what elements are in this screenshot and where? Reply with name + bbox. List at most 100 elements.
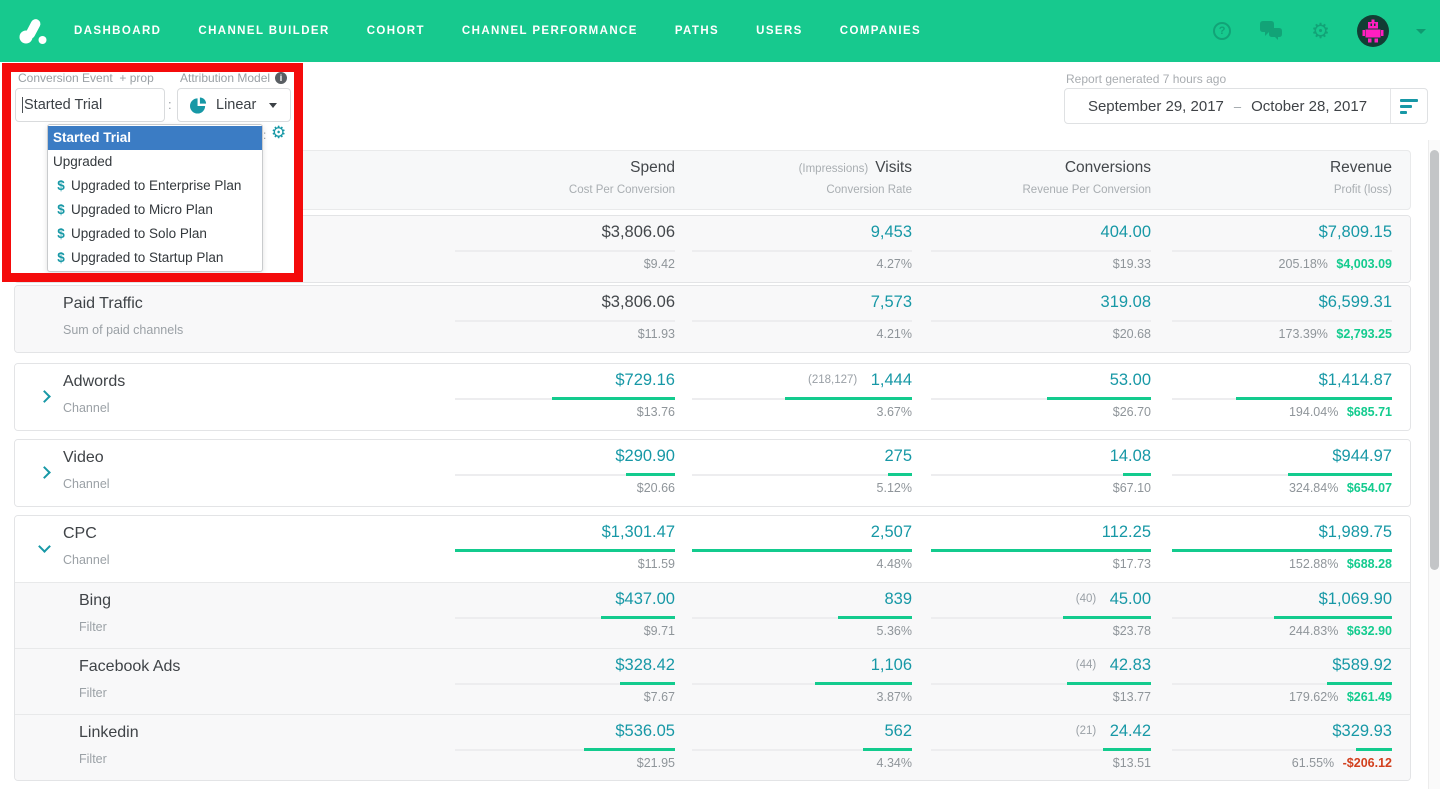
metric-value[interactable]: $589.92 bbox=[1332, 656, 1392, 674]
money-icon: $ bbox=[57, 250, 65, 265]
add-prop-link[interactable]: + prop bbox=[119, 71, 153, 85]
metric-value[interactable]: 9,453 bbox=[871, 223, 912, 241]
dropdown-option[interactable]: $ Upgraded to Startup Plan bbox=[48, 246, 262, 270]
profit-value: $261.49 bbox=[1346, 690, 1392, 704]
table-row[interactable]: CPC Channel $1,301.47 $11.59 2,507 4.48%… bbox=[15, 516, 1410, 582]
bar-fill bbox=[1356, 748, 1392, 751]
nav-item[interactable]: USERS bbox=[756, 25, 803, 37]
avatar[interactable] bbox=[1357, 15, 1389, 47]
metric-value[interactable]: $536.05 bbox=[615, 722, 675, 740]
bar-fill bbox=[1236, 397, 1392, 400]
metric-value[interactable]: 42.83 bbox=[1110, 656, 1151, 674]
metric-value[interactable]: $944.97 bbox=[1332, 447, 1392, 465]
metric-value[interactable]: 275 bbox=[884, 447, 912, 465]
table-row[interactable]: Linkedin Filter $536.05 $21.95 562 4.34%… bbox=[15, 714, 1410, 780]
nav-item[interactable]: CHANNEL PERFORMANCE bbox=[462, 25, 638, 37]
row-title[interactable]: CPC bbox=[63, 525, 97, 543]
attribution-model-select[interactable]: Linear bbox=[177, 88, 291, 122]
metric-value[interactable]: 2,507 bbox=[871, 523, 912, 541]
metric-subvalue: 4.27% bbox=[876, 257, 912, 271]
metric-value[interactable]: $1,301.47 bbox=[602, 523, 675, 541]
metric-cell: $290.90 $20.66 bbox=[435, 440, 675, 506]
table-row[interactable]: Facebook Ads Filter $328.42 $7.67 1,106 … bbox=[15, 648, 1410, 714]
metric-value[interactable]: $328.42 bbox=[615, 656, 675, 674]
table-row[interactable]: Video Channel $290.90 $20.66 275 5.12% 1… bbox=[15, 440, 1410, 506]
metric-cell: 839 5.36% bbox=[672, 583, 912, 649]
info-icon[interactable]: i bbox=[275, 72, 288, 84]
metric-value[interactable]: 14.08 bbox=[1110, 447, 1151, 465]
metric-value[interactable]: $290.90 bbox=[615, 447, 675, 465]
row-title[interactable]: Bing bbox=[79, 592, 111, 610]
metric-subvalue: $26.70 bbox=[1112, 405, 1151, 419]
metric-cell: $329.93 61.55% -$206.12 bbox=[1152, 715, 1392, 781]
row-title[interactable]: Facebook Ads bbox=[79, 658, 180, 676]
metric-subvalue: $19.33 bbox=[1112, 257, 1151, 271]
bar-fill bbox=[626, 473, 675, 476]
metric-value[interactable]: $1,069.90 bbox=[1319, 590, 1392, 608]
nav-item[interactable]: COMPANIES bbox=[840, 25, 921, 37]
table-settings-gear-icon[interactable]: ⚙ bbox=[271, 124, 286, 141]
percent-value: 324.84% bbox=[1288, 481, 1339, 495]
metric-value[interactable]: 319.08 bbox=[1101, 293, 1151, 311]
metric-subvalue: 4.34% bbox=[876, 756, 912, 770]
nav-item[interactable]: PATHS bbox=[675, 25, 719, 37]
metric-cell: $536.05 $21.95 bbox=[435, 715, 675, 781]
account-caret-icon[interactable] bbox=[1416, 28, 1426, 34]
metric-value[interactable]: 45.00 bbox=[1110, 590, 1151, 608]
metric-value[interactable]: 562 bbox=[884, 722, 912, 740]
dropdown-option[interactable]: Started Trial bbox=[48, 126, 262, 150]
help-icon[interactable]: ? bbox=[1213, 22, 1232, 40]
conversion-event-input[interactable]: Started Trial bbox=[15, 88, 165, 122]
bar-fill bbox=[863, 748, 912, 751]
nav-item[interactable]: COHORT bbox=[367, 25, 425, 37]
metric-value[interactable]: 53.00 bbox=[1110, 371, 1151, 389]
app-logo[interactable] bbox=[16, 13, 52, 49]
chevron-icon[interactable] bbox=[38, 540, 51, 553]
metric-subvalue: 5.36% bbox=[876, 624, 912, 638]
row-subtitle: Channel bbox=[63, 477, 110, 491]
row-title[interactable]: Linkedin bbox=[79, 724, 139, 742]
scrollbar-thumb[interactable] bbox=[1430, 150, 1439, 570]
metric-value[interactable]: 1,106 bbox=[871, 656, 912, 674]
metric-value[interactable]: 839 bbox=[884, 590, 912, 608]
chat-icon[interactable] bbox=[1258, 20, 1284, 42]
scrollbar-track[interactable] bbox=[1428, 140, 1440, 789]
metric-cell: (21) 24.42 $13.51 bbox=[911, 715, 1151, 781]
metric-value[interactable]: 1,444 bbox=[871, 371, 912, 389]
row-title[interactable]: Paid Traffic bbox=[63, 295, 143, 313]
bar-track bbox=[455, 250, 675, 252]
dropdown-option[interactable]: Upgraded bbox=[48, 150, 262, 174]
metric-cell: $6,599.31 173.39% $2,793.25 bbox=[1152, 286, 1392, 352]
metric-value[interactable]: 24.42 bbox=[1110, 722, 1151, 740]
metric-value[interactable]: $329.93 bbox=[1332, 722, 1392, 740]
metric-value[interactable]: $729.16 bbox=[615, 371, 675, 389]
metric-value[interactable]: $7,809.15 bbox=[1319, 223, 1392, 241]
row-title[interactable]: Adwords bbox=[63, 373, 125, 391]
bar-fill bbox=[584, 748, 675, 751]
table-row[interactable]: Adwords Channel $729.16 $13.76 (218,127)… bbox=[15, 364, 1410, 430]
metric-value: $3,806.06 bbox=[601, 223, 675, 241]
nav-item[interactable]: DASHBOARD bbox=[74, 25, 161, 37]
chevron-icon[interactable] bbox=[38, 466, 51, 479]
metric-value[interactable]: 404.00 bbox=[1101, 223, 1151, 241]
row-title[interactable]: Video bbox=[63, 449, 104, 467]
metric-value[interactable]: 112.25 bbox=[1102, 523, 1151, 541]
metric-value[interactable]: $1,989.75 bbox=[1319, 523, 1392, 541]
metric-subvalue: $23.78 bbox=[1112, 624, 1151, 638]
metric-value[interactable]: $6,599.31 bbox=[1319, 293, 1392, 311]
dropdown-option[interactable]: $ Upgraded to Solo Plan bbox=[48, 222, 262, 246]
table-row[interactable]: Bing Filter $437.00 $9.71 839 5.36% (40)… bbox=[15, 582, 1410, 648]
profit-value: $654.07 bbox=[1346, 481, 1392, 495]
table-row[interactable]: Paid Traffic Sum of paid channels $3,806… bbox=[15, 286, 1410, 352]
nav-item[interactable]: CHANNEL BUILDER bbox=[198, 25, 329, 37]
settings-icon[interactable]: ⚙ bbox=[1311, 21, 1330, 42]
dropdown-option[interactable]: $ Upgraded to Enterprise Plan bbox=[48, 174, 262, 198]
bar-fill bbox=[1123, 473, 1151, 476]
metric-cell: $7,809.15 205.18% $4,003.09 bbox=[1152, 216, 1392, 282]
metric-value[interactable]: 7,573 bbox=[871, 293, 912, 311]
chevron-icon[interactable] bbox=[38, 390, 51, 403]
bar-track bbox=[692, 320, 912, 322]
metric-value[interactable]: $1,414.87 bbox=[1319, 371, 1392, 389]
metric-value[interactable]: $437.00 bbox=[615, 590, 675, 608]
dropdown-option[interactable]: $ Upgraded to Micro Plan bbox=[48, 198, 262, 222]
